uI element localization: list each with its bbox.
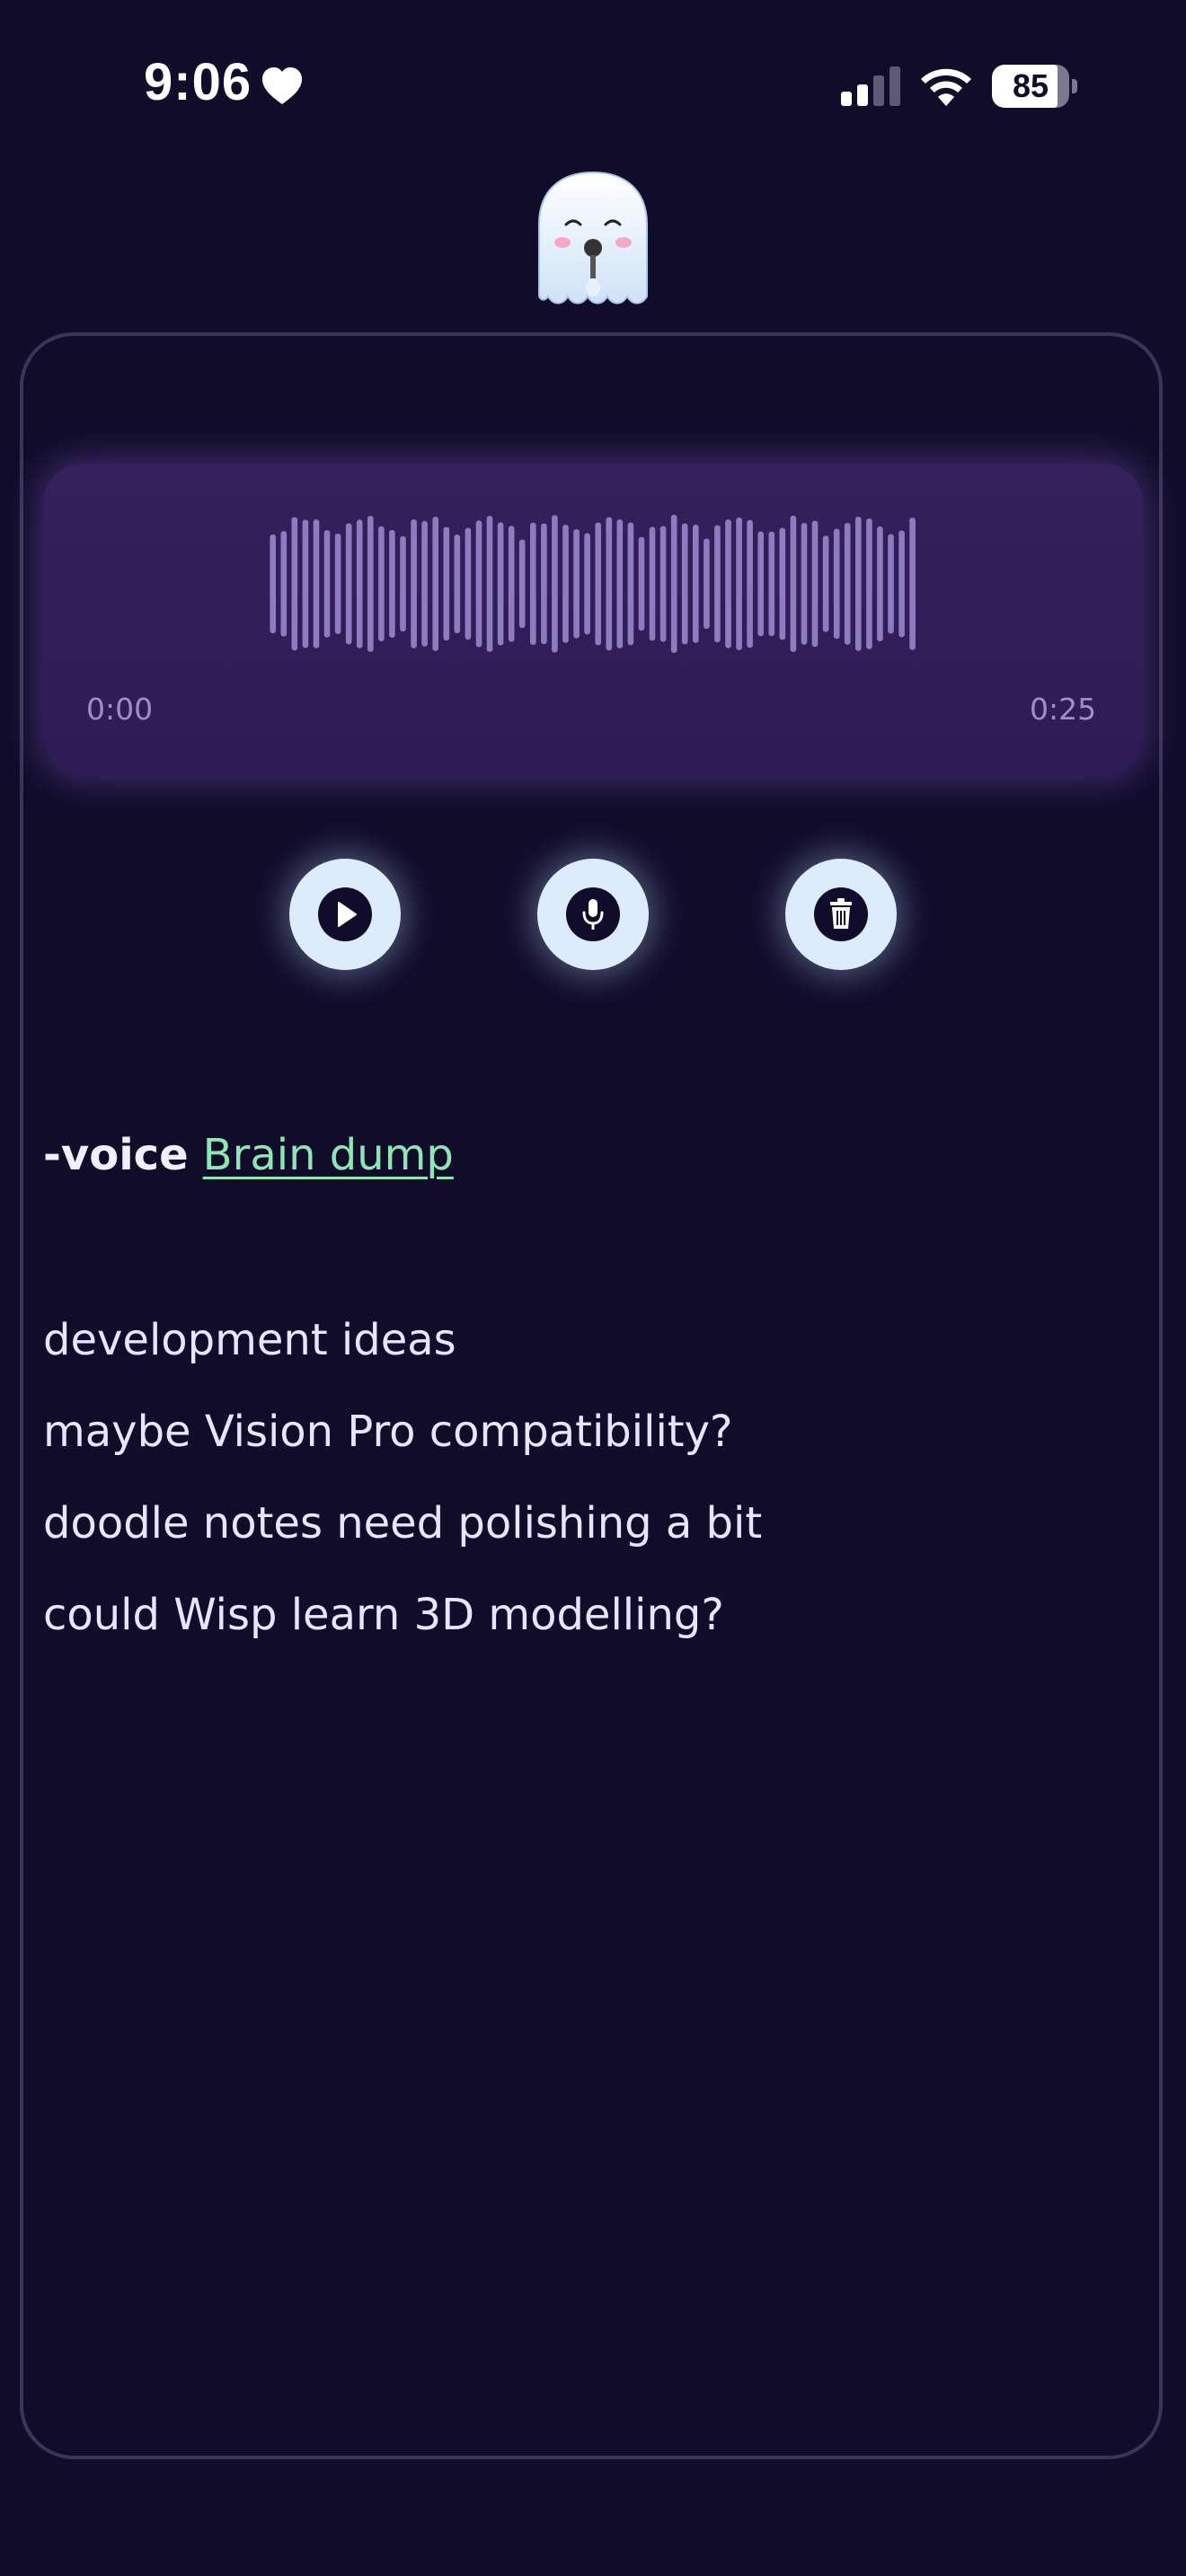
record-button[interactable] xyxy=(537,859,649,970)
waveform-bar xyxy=(822,535,829,632)
note-line[interactable]: could Wisp learn 3D modelling? xyxy=(43,1579,1121,1671)
waveform-bar xyxy=(866,518,872,649)
waveform-bar xyxy=(714,525,721,643)
waveform-bar xyxy=(736,517,742,650)
note-line[interactable]: maybe Vision Pro compatibility? xyxy=(43,1396,1121,1487)
waveform-bar xyxy=(552,515,558,653)
waveform-bar xyxy=(888,534,894,634)
waveform-bar xyxy=(638,536,645,631)
waveform-bar xyxy=(465,527,472,640)
waveform-bar xyxy=(693,525,699,643)
waveform-bar xyxy=(400,536,406,632)
brain-dump-link[interactable]: Brain dump xyxy=(203,1130,454,1180)
waveform-bar xyxy=(345,523,352,645)
heart-icon xyxy=(262,67,302,104)
waveform-bar xyxy=(323,530,331,638)
waveform-bar xyxy=(898,530,905,638)
waveform-bar xyxy=(833,528,840,640)
waveform-bar xyxy=(411,519,417,648)
waveform-bar xyxy=(877,526,883,641)
waveform-bar xyxy=(389,530,395,638)
waveform-bar xyxy=(280,531,288,637)
waveform-bar xyxy=(378,526,385,641)
waveform-bar xyxy=(541,523,547,645)
waveform-bar xyxy=(616,519,624,648)
waveform-bar xyxy=(486,516,493,652)
battery-icon: 85 xyxy=(992,65,1078,108)
waveform-bar xyxy=(627,522,634,646)
note-heading: -voice Brain dump xyxy=(43,1123,454,1187)
audio-waveform[interactable] xyxy=(268,512,918,656)
waveform-bar xyxy=(595,522,601,646)
trash-icon xyxy=(830,898,852,929)
signal-icon xyxy=(841,66,900,106)
waveform-bar xyxy=(811,520,819,648)
waveform-bar xyxy=(606,516,613,651)
waveform-bar xyxy=(270,534,276,633)
waveform-bar xyxy=(757,531,764,637)
waveform-bar xyxy=(334,534,341,634)
waveform-bar xyxy=(855,516,862,651)
waveform-bar xyxy=(768,531,775,637)
waveform-bar xyxy=(681,523,688,645)
delete-button[interactable] xyxy=(785,859,897,970)
waveform-bar xyxy=(454,534,461,633)
waveform-bar xyxy=(313,519,320,648)
waveform-bar xyxy=(421,521,428,647)
waveform-bar xyxy=(909,517,916,650)
microphone-icon xyxy=(582,899,604,930)
app-screen: 9:06 85 0:00 0:25 -voice Brain dump deve… xyxy=(0,0,1186,2576)
duration-time: 0:25 xyxy=(1030,692,1097,727)
waveform-bar xyxy=(844,523,851,645)
waveform-bar xyxy=(747,519,753,648)
waveform-bar xyxy=(704,538,710,630)
waveform-bar xyxy=(367,516,374,652)
waveform-bar xyxy=(573,529,580,639)
waveform-bar xyxy=(670,515,677,653)
waveform-bar xyxy=(659,525,667,642)
waveform-bar xyxy=(790,516,797,652)
waveform-bar xyxy=(291,516,298,651)
play-button[interactable] xyxy=(289,859,401,970)
waveform-bar xyxy=(562,525,569,643)
ghost-mascot-icon xyxy=(538,171,648,304)
waveform-bar xyxy=(518,539,526,629)
current-time: 0:00 xyxy=(86,692,154,727)
waveform-bar xyxy=(432,516,438,651)
battery-percentage: 85 xyxy=(1012,67,1049,104)
voice-tag: -voice xyxy=(43,1130,189,1180)
waveform-bar xyxy=(801,523,808,645)
wifi-icon xyxy=(921,68,971,106)
waveform-bar xyxy=(779,527,786,640)
status-time: 9:06 xyxy=(144,53,252,111)
play-icon xyxy=(338,902,357,927)
waveform-bar xyxy=(497,522,504,646)
waveform-bar xyxy=(356,519,363,648)
waveform-bar xyxy=(725,519,731,648)
waveform-bar xyxy=(530,523,536,645)
status-bar: 9:06 85 xyxy=(0,0,1186,171)
waveform-bar xyxy=(475,520,482,648)
note-line[interactable]: doodle notes need polishing a bit xyxy=(43,1487,1121,1579)
waveform-bar xyxy=(302,519,309,648)
note-line[interactable]: development ideas xyxy=(43,1304,1121,1396)
waveform-bar xyxy=(508,525,515,642)
waveform-bar xyxy=(649,526,656,641)
waveform-bar xyxy=(443,526,450,641)
note-body[interactable]: development ideas maybe Vision Pro compa… xyxy=(43,1304,1121,1671)
waveform-bar xyxy=(584,533,590,635)
